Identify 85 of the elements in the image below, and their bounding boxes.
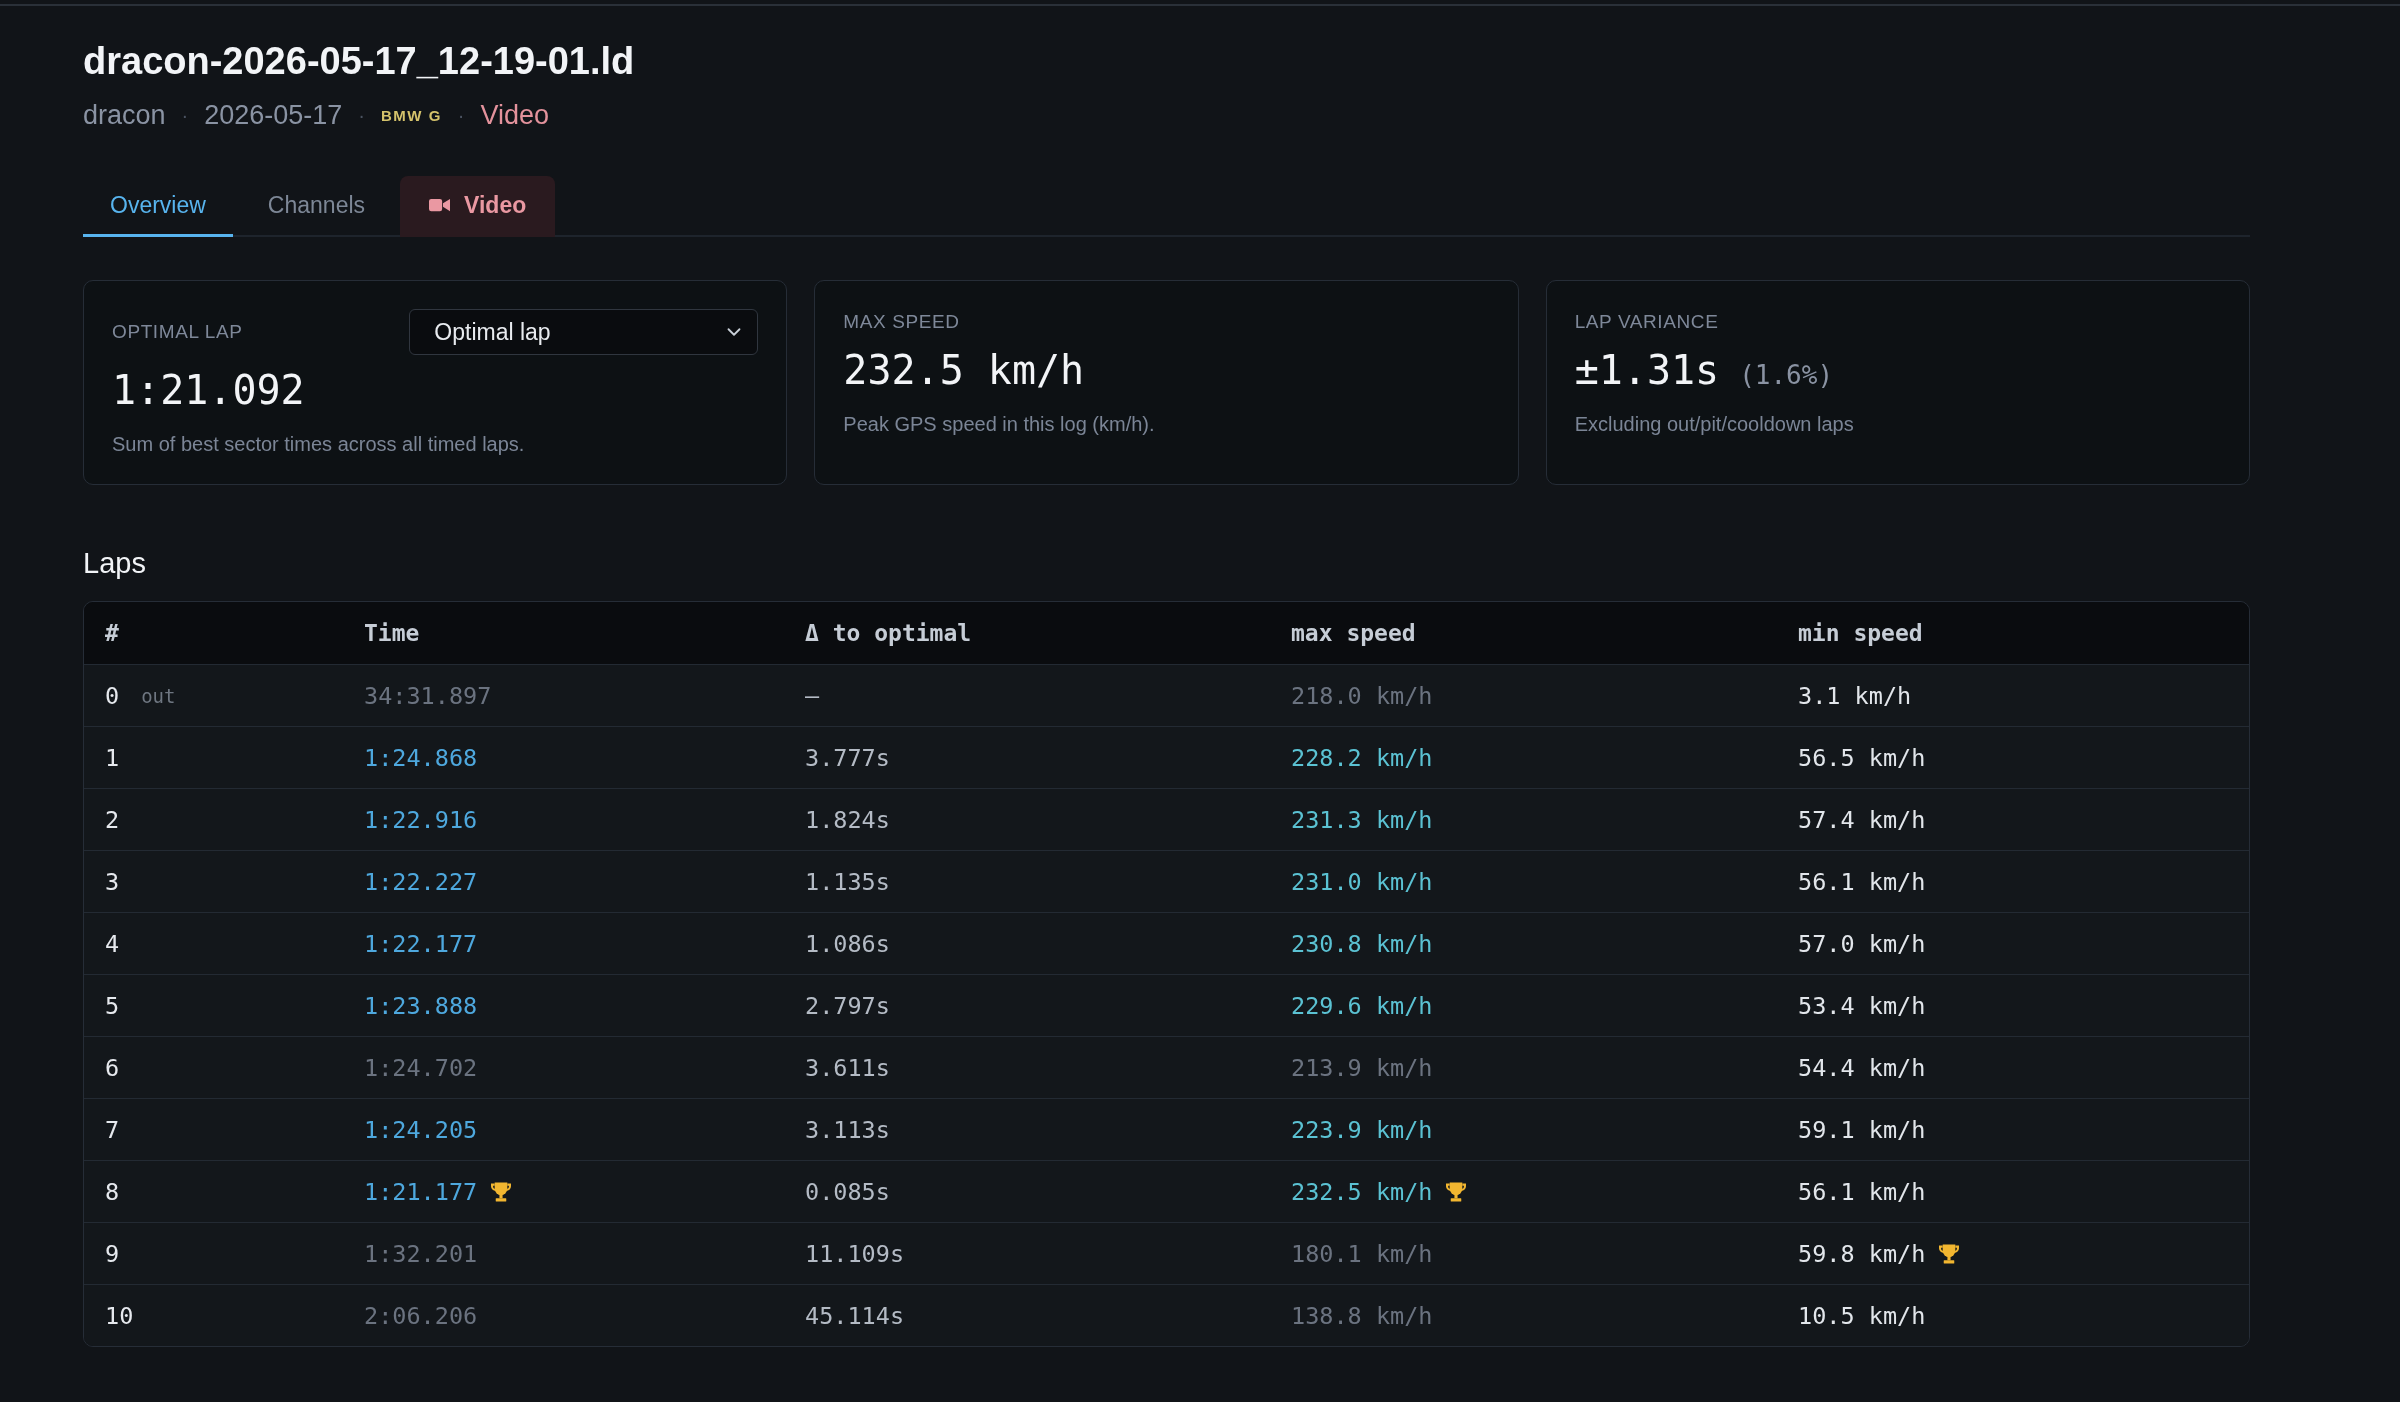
- stat-value: 232.5 km/h: [843, 346, 1085, 395]
- max-speed: 223.9 km/h: [1291, 1115, 1433, 1144]
- max-speed: 230.8 km/h: [1291, 929, 1433, 958]
- lap-number: 1: [105, 743, 120, 772]
- tab[interactable]: Video: [400, 176, 556, 237]
- column-header: max speed: [1291, 620, 1416, 646]
- lap-time: 2:06.206: [364, 1301, 478, 1330]
- tab[interactable]: Channels: [240, 176, 393, 237]
- delta-time: 1.824s: [805, 805, 890, 834]
- stat-label: MAX SPEED: [843, 311, 960, 333]
- lap-number: 3: [105, 867, 120, 896]
- delta-time: 3.113s: [805, 1115, 890, 1144]
- delta-time: 3.777s: [805, 743, 890, 772]
- min-speed: 59.8 km/h: [1798, 1239, 1926, 1268]
- tab[interactable]: Overview: [83, 176, 233, 237]
- max-speed: 231.0 km/h: [1291, 867, 1433, 896]
- max-speed: 213.9 km/h: [1291, 1053, 1433, 1082]
- lap-time[interactable]: 1:22.227: [364, 867, 478, 896]
- column-header: Δ to optimal: [805, 620, 972, 646]
- separator-dot: ·: [457, 103, 465, 127]
- min-speed: 57.0 km/h: [1798, 929, 1926, 958]
- lap-number: 2: [105, 805, 120, 834]
- delta-time: 1.086s: [805, 929, 890, 958]
- delta-time: 3.611s: [805, 1053, 890, 1082]
- lap-number: 8: [105, 1177, 120, 1206]
- delta-time: 0.085s: [805, 1177, 890, 1206]
- column-header: #: [105, 620, 119, 646]
- meta-text: 2026-05-17: [204, 99, 343, 131]
- lap-number: 5: [105, 991, 120, 1020]
- stat-description: Peak GPS speed in this log (km/h).: [843, 412, 1155, 436]
- lap-number: 7: [105, 1115, 120, 1144]
- lap-select[interactable]: Optimal lap: [409, 309, 759, 355]
- max-speed: 138.8 km/h: [1291, 1301, 1433, 1330]
- stat-value: 1:21.092: [112, 366, 305, 415]
- separator-dot: ·: [358, 103, 366, 127]
- min-speed: 56.1 km/h: [1798, 867, 1926, 896]
- section-title: Laps: [83, 546, 146, 580]
- min-speed: 3.1 km/h: [1798, 681, 1912, 710]
- meta-text: dracon: [83, 99, 166, 131]
- stat-label: OPTIMAL LAP: [112, 321, 243, 343]
- delta-time: 45.114s: [805, 1301, 905, 1330]
- column-header: min speed: [1798, 620, 1923, 646]
- max-speed: 231.3 km/h: [1291, 805, 1433, 834]
- lap-time: 1:24.702: [364, 1053, 478, 1082]
- delta-time: 2.797s: [805, 991, 890, 1020]
- stat-label: LAP VARIANCE: [1574, 311, 1719, 333]
- lap-time[interactable]: 1:23.888: [364, 991, 478, 1020]
- lap-time[interactable]: 1:24.205: [364, 1115, 478, 1144]
- stat-description: Excluding out/pit/cooldown laps: [1574, 412, 1854, 436]
- delta-time: 11.109s: [805, 1239, 905, 1268]
- max-speed: 228.2 km/h: [1291, 743, 1433, 772]
- stat-value: ±1.31s: [1574, 346, 1720, 395]
- lap-time[interactable]: 1:22.177: [364, 929, 478, 958]
- lap-number: 4: [105, 929, 120, 958]
- stat-description: Sum of best sector times across all timed laps.: [112, 432, 525, 456]
- lap-time[interactable]: 1:22.916: [364, 805, 478, 834]
- min-speed: 59.1 km/h: [1798, 1115, 1926, 1144]
- lap-number: 9: [105, 1239, 120, 1268]
- min-speed: 56.5 km/h: [1798, 743, 1926, 772]
- min-speed: 10.5 km/h: [1798, 1301, 1926, 1330]
- lap-time: 1:32.201: [364, 1239, 478, 1268]
- max-speed: 232.5 km/h: [1291, 1177, 1433, 1206]
- max-speed: 229.6 km/h: [1291, 991, 1433, 1020]
- column-header: Time: [364, 620, 420, 646]
- min-speed: 54.4 km/h: [1798, 1053, 1926, 1082]
- lap-number: 10: [105, 1301, 134, 1330]
- lap-number: 6: [105, 1053, 120, 1082]
- separator-dot: ·: [181, 103, 189, 127]
- delta-time: 1.135s: [805, 867, 890, 896]
- lap-time[interactable]: 1:24.868: [364, 743, 478, 772]
- max-speed: 218.0 km/h: [1291, 681, 1433, 710]
- video-link[interactable]: Video: [480, 99, 550, 131]
- delta-time: —: [805, 681, 820, 710]
- stat-note: (1.6%): [1739, 360, 1834, 390]
- lap-tag: out: [141, 684, 176, 707]
- badge-label: BMW G: [381, 106, 442, 124]
- min-speed: 57.4 km/h: [1798, 805, 1926, 834]
- min-speed: 56.1 km/h: [1798, 1177, 1926, 1206]
- lap-time[interactable]: 1:21.177: [364, 1177, 478, 1206]
- lap-number: 0: [105, 681, 120, 710]
- video-camera-icon: [429, 198, 451, 212]
- max-speed: 180.1 km/h: [1291, 1239, 1433, 1268]
- min-speed: 53.4 km/h: [1798, 991, 1926, 1020]
- file-title: dracon-2026-05-17_12-19-01.ld: [83, 39, 635, 84]
- lap-time: 34:31.897: [364, 681, 492, 710]
